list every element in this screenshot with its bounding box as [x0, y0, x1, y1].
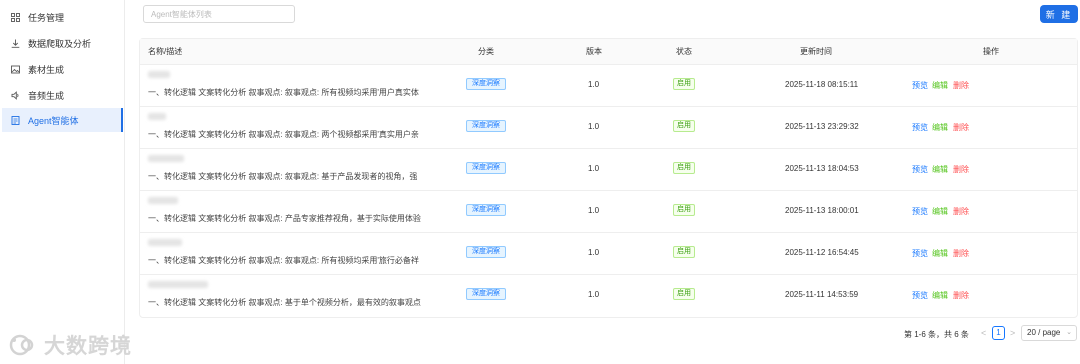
- row-updated-time: 2025-11-13 23:29:32: [785, 122, 859, 131]
- preview-link[interactable]: 预览: [912, 80, 928, 91]
- page-size-select[interactable]: 20 / page ⌄: [1021, 325, 1077, 341]
- category-tag: 深度洞察: [466, 162, 506, 174]
- name-redacted: [148, 71, 170, 78]
- delete-link[interactable]: 删除: [953, 290, 969, 301]
- column-header-actions: 操作: [983, 47, 999, 56]
- row-updated-time: 2025-11-12 16:54:45: [785, 248, 859, 257]
- row-version: 1.0: [588, 164, 600, 173]
- edit-link[interactable]: 编辑: [932, 80, 948, 91]
- row-description: 一、转化逻辑 文案转化分析 叙事观点: 叙事观点: 所有视频均采用'用户真实体: [148, 88, 419, 97]
- agent-table: 名称/描述 分类 版本 状态 更新时间 操作 一、转化逻辑 文案转化分析 叙事观…: [139, 38, 1078, 318]
- sidebar-item-label: 素材生成: [28, 64, 65, 75]
- preview-link[interactable]: 预览: [912, 290, 928, 301]
- sidebar-item-task-management[interactable]: 任务管理: [2, 5, 123, 29]
- new-button[interactable]: 新 建: [1040, 5, 1078, 23]
- sidebar-item-material[interactable]: 素材生成: [2, 57, 123, 81]
- current-page-button[interactable]: 1: [992, 326, 1005, 340]
- prev-page-button[interactable]: <: [981, 328, 986, 338]
- status-tag: 启用: [673, 162, 695, 174]
- watermark-text: 大数跨境: [44, 335, 132, 358]
- preview-link[interactable]: 预览: [912, 206, 928, 217]
- delete-link[interactable]: 删除: [953, 80, 969, 91]
- chevron-down-icon: ⌄: [1066, 329, 1072, 336]
- status-tag: 启用: [673, 78, 695, 90]
- delete-link[interactable]: 删除: [953, 164, 969, 175]
- table-row: 一、转化逻辑 文案转化分析 叙事观点: 叙事观点: 所有视频均采用'用户真实体 …: [140, 65, 1077, 107]
- sidebar-item-label: 任务管理: [28, 12, 65, 23]
- delete-link[interactable]: 删除: [953, 122, 969, 133]
- sidebar-item-audio[interactable]: 音频生成: [2, 83, 123, 107]
- table-header: 名称/描述 分类 版本 状态 更新时间 操作: [140, 39, 1077, 65]
- sidebar-item-agent[interactable]: Agent智能体: [2, 108, 123, 132]
- sidebar-item-data-crawl[interactable]: 数据爬取及分析: [2, 31, 123, 55]
- watermark: 大数跨境: [8, 330, 132, 360]
- audio-icon: [10, 90, 20, 100]
- pagination-total: 第 1-6 条，共 6 条: [904, 330, 969, 339]
- name-redacted: [148, 155, 184, 162]
- status-tag: 启用: [673, 246, 695, 258]
- row-updated-time: 2025-11-11 14:53:59: [785, 290, 859, 299]
- download-icon: [10, 38, 20, 48]
- row-description: 一、转化逻辑 文案转化分析 叙事观点: 叙事观点: 所有视频均采用'旅行必备祥: [148, 256, 419, 265]
- row-description: 一、转化逻辑 文案转化分析 叙事观点: 产品专家推荐视角，基于实际使用体验: [148, 214, 421, 223]
- grid-icon: [10, 12, 20, 22]
- column-header-version: 版本: [586, 47, 602, 56]
- row-description: 一、转化逻辑 文案转化分析 叙事观点: 基于单个视频分析，最有效的叙事观点: [148, 298, 421, 307]
- name-redacted: [148, 113, 166, 120]
- category-tag: 深度洞察: [466, 204, 506, 216]
- column-header-name: 名称/描述: [148, 47, 183, 56]
- sidebar-item-label: 音频生成: [28, 90, 65, 101]
- preview-link[interactable]: 预览: [912, 248, 928, 259]
- row-description: 一、转化逻辑 文案转化分析 叙事观点: 叙事观点: 基于产品发现者的视角，强: [148, 172, 418, 181]
- table-row: 一、转化逻辑 文案转化分析 叙事观点: 产品专家推荐视角，基于实际使用体验 深度…: [140, 191, 1077, 233]
- sidebar-item-label: Agent智能体: [28, 115, 79, 126]
- row-version: 1.0: [588, 290, 600, 299]
- row-updated-time: 2025-11-13 18:04:53: [785, 164, 859, 173]
- edit-link[interactable]: 编辑: [932, 164, 948, 175]
- preview-link[interactable]: 预览: [912, 122, 928, 133]
- status-tag: 启用: [673, 120, 695, 132]
- row-version: 1.0: [588, 206, 600, 215]
- column-header-updated: 更新时间: [800, 47, 832, 56]
- edit-link[interactable]: 编辑: [932, 122, 948, 133]
- preview-link[interactable]: 预览: [912, 164, 928, 175]
- row-version: 1.0: [588, 248, 600, 257]
- category-tag: 深度洞察: [466, 78, 506, 90]
- row-version: 1.0: [588, 122, 600, 131]
- document-icon: [10, 115, 20, 125]
- page-size-value: 20 / page: [1027, 328, 1061, 337]
- search-input[interactable]: [143, 5, 295, 23]
- table-row: 一、转化逻辑 文案转化分析 叙事观点: 叙事观点: 基于产品发现者的视角，强 深…: [140, 149, 1077, 191]
- row-version: 1.0: [588, 80, 600, 89]
- table-row: 一、转化逻辑 文案转化分析 叙事观点: 基于单个视频分析，最有效的叙事观点 深度…: [140, 275, 1077, 317]
- table-row: 一、转化逻辑 文案转化分析 叙事观点: 叙事观点: 两个视频都采用'真实用户亲 …: [140, 107, 1077, 149]
- name-redacted: [148, 197, 178, 204]
- category-tag: 深度洞察: [466, 288, 506, 300]
- watermark-logo-icon: [9, 334, 34, 356]
- row-description: 一、转化逻辑 文案转化分析 叙事观点: 叙事观点: 两个视频都采用'真实用户亲: [148, 130, 419, 139]
- category-tag: 深度洞察: [466, 120, 506, 132]
- column-header-category: 分类: [478, 47, 494, 56]
- category-tag: 深度洞察: [466, 246, 506, 258]
- next-page-button[interactable]: >: [1010, 328, 1015, 338]
- delete-link[interactable]: 删除: [953, 248, 969, 259]
- column-header-status: 状态: [676, 47, 692, 56]
- edit-link[interactable]: 编辑: [932, 248, 948, 259]
- name-redacted: [148, 281, 208, 288]
- edit-link[interactable]: 编辑: [932, 290, 948, 301]
- status-tag: 启用: [673, 288, 695, 300]
- sidebar: 任务管理 数据爬取及分析 素材生成 音频生成 Agent智能体: [0, 0, 125, 364]
- row-updated-time: 2025-11-18 08:15:11: [785, 80, 859, 89]
- image-icon: [10, 64, 20, 74]
- edit-link[interactable]: 编辑: [932, 206, 948, 217]
- sidebar-item-label: 数据爬取及分析: [28, 38, 92, 49]
- row-updated-time: 2025-11-13 18:00:01: [785, 206, 859, 215]
- table-row: 一、转化逻辑 文案转化分析 叙事观点: 叙事观点: 所有视频均采用'旅行必备祥 …: [140, 233, 1077, 275]
- status-tag: 启用: [673, 204, 695, 216]
- name-redacted: [148, 239, 182, 246]
- delete-link[interactable]: 删除: [953, 206, 969, 217]
